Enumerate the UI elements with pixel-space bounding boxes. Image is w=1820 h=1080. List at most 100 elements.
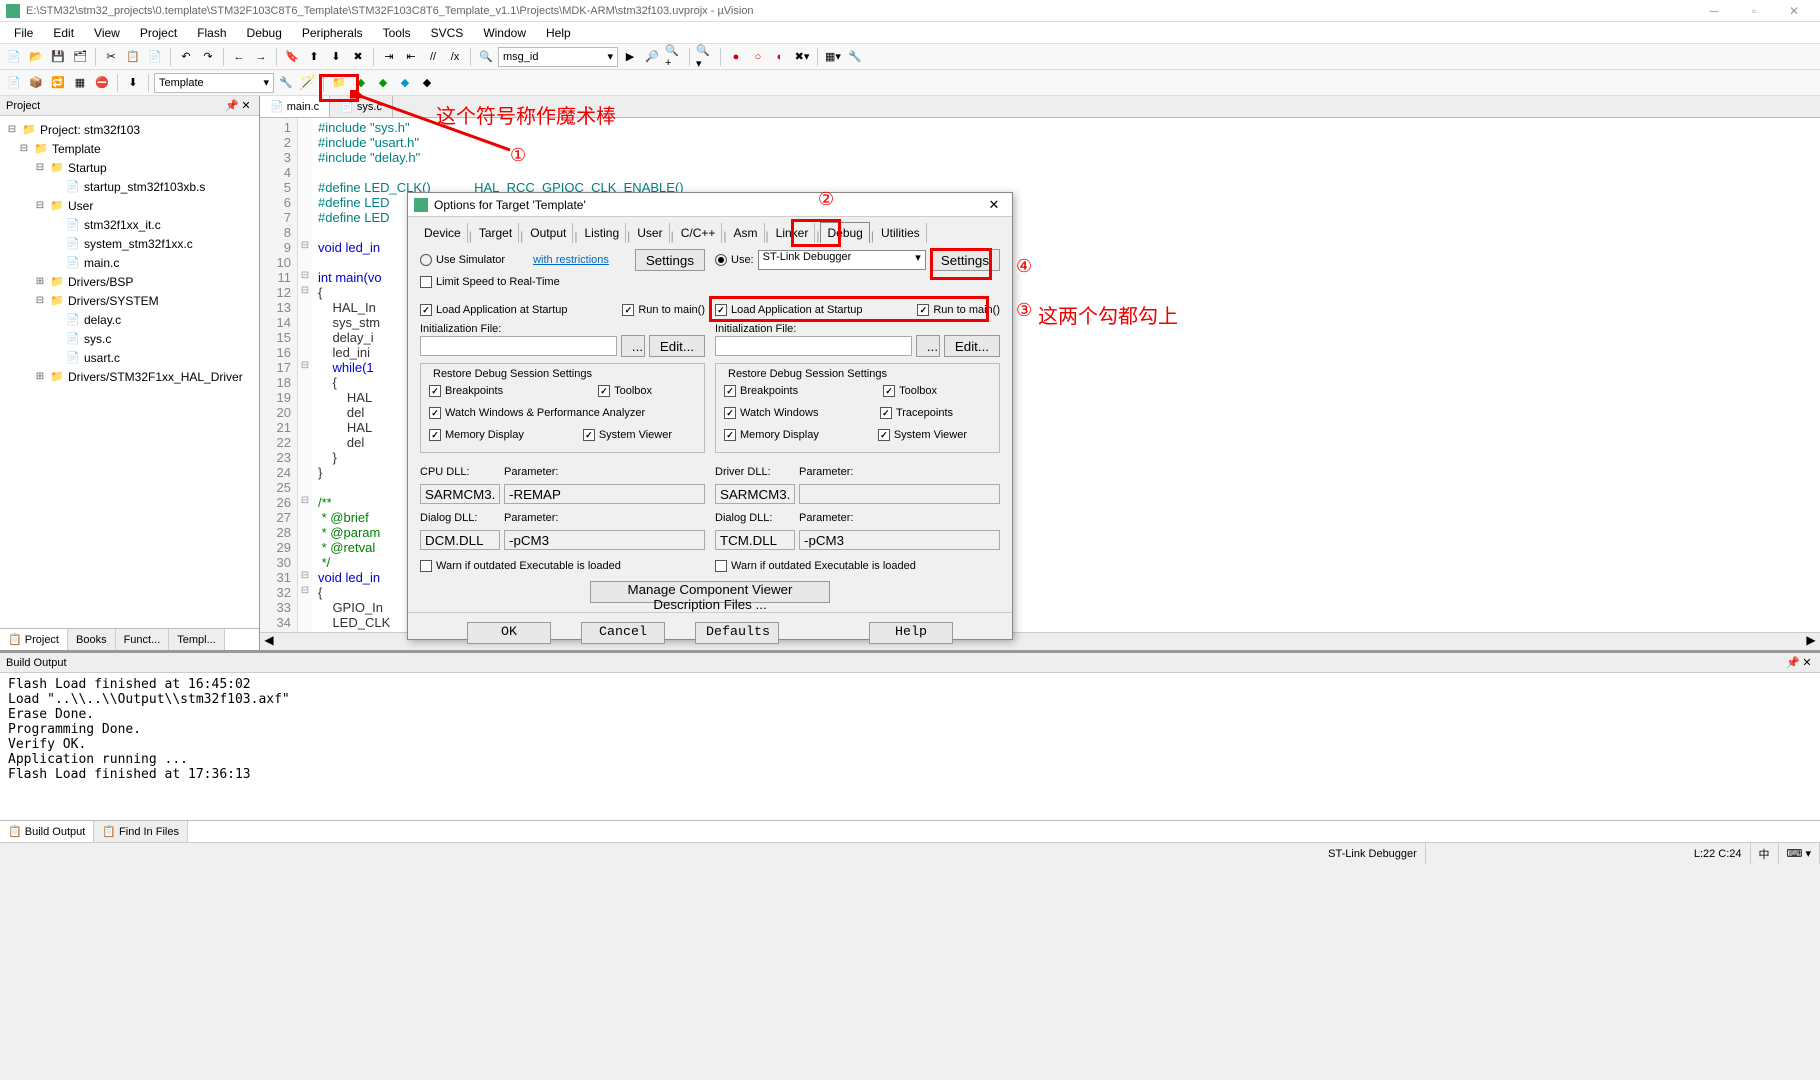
editor-tab-main-c[interactable]: 📄 main.c [260,96,330,117]
tree-file-sys-c[interactable]: 📄sys.c [0,329,259,348]
bookmark-next-icon[interactable]: ⬇ [326,47,346,67]
dialog-tab-target[interactable]: Target [473,223,519,243]
debug-icon[interactable]: 🔍▾ [695,47,715,67]
drv-init-file-input[interactable] [715,336,912,356]
tree-group-user[interactable]: ⊟📁User [0,196,259,215]
tree-file-usart-c[interactable]: 📄usart.c [0,348,259,367]
translate-icon[interactable]: 📄 [4,73,24,93]
menu-edit[interactable]: Edit [43,24,84,42]
drv-load-app-check[interactable] [715,304,727,316]
project-tab-books[interactable]: Books [68,629,116,650]
rte-icon[interactable]: ◆ [351,73,371,93]
cut-icon[interactable]: ✂ [101,47,121,67]
comment-icon[interactable]: // [423,47,443,67]
drv-mem-check[interactable] [724,429,736,441]
dlg-dll-input[interactable] [420,530,500,550]
dialog-tab-output[interactable]: Output [524,223,573,243]
sim-mem-check[interactable] [429,429,441,441]
paste-icon[interactable]: 📄 [145,47,165,67]
undo-icon[interactable]: ↶ [176,47,196,67]
bookmark-icon[interactable]: 🔖 [282,47,302,67]
project-tab-funct[interactable]: Funct... [116,629,170,650]
bp-enable-icon[interactable]: ○ [748,47,768,67]
dialog-tab-listing[interactable]: Listing [578,223,626,243]
panel-pin-icon[interactable]: 📌 [225,99,239,112]
manage-icon[interactable]: 📁 [329,73,349,93]
menu-flash[interactable]: Flash [187,24,236,42]
open-icon[interactable]: 📂 [26,47,46,67]
find-combo[interactable]: msg_id▾ [498,47,618,67]
project-tree[interactable]: ⊟📁Project: stm32f103⊟📁Template⊟📁Startup📄… [0,116,259,628]
nav-fwd-icon[interactable]: → [251,47,271,67]
bp-disable-icon[interactable]: ◐ [770,47,790,67]
fold-column[interactable]: ⊟⊟⊟⊟⊟⊟⊟ [298,118,312,632]
new-icon[interactable]: 📄 [4,47,24,67]
manage-viewer-button[interactable]: Manage Component Viewer Description File… [590,581,830,603]
tree-group-drivers-stm32f1xx_hal_driver[interactable]: ⊞📁Drivers/STM32F1xx_HAL_Driver [0,367,259,386]
use-driver-radio[interactable] [715,254,727,266]
close-button[interactable]: ✕ [1774,0,1814,22]
dialog-tab-linker[interactable]: Linker [770,223,816,243]
batch-build-icon[interactable]: ▦ [70,73,90,93]
sim-warn-check[interactable] [420,560,432,572]
dialog-tab-asm[interactable]: Asm [728,223,765,243]
tree-target[interactable]: ⊟📁Template [0,139,259,158]
tree-file-system_stm32f1xx-c[interactable]: 📄system_stm32f1xx.c [0,234,259,253]
menu-view[interactable]: View [84,24,130,42]
menu-project[interactable]: Project [130,24,187,42]
limit-speed-check[interactable] [420,276,432,288]
driver-settings-button[interactable]: Settings [930,249,1000,271]
sim-load-app-check[interactable] [420,304,432,316]
panel-close-icon[interactable]: ✕ [1800,656,1814,669]
output-tab-build-output[interactable]: 📋 Build Output [0,821,94,842]
uncomment-icon[interactable]: /x [445,47,465,67]
configure-icon[interactable]: 🔧 [845,47,865,67]
drv-dll-input[interactable] [715,484,795,504]
drv-bp-check[interactable] [724,385,736,397]
nav-back-icon[interactable]: ← [229,47,249,67]
menu-file[interactable]: File [4,24,43,42]
sim-run-main-check[interactable] [622,304,634,316]
target-combo[interactable]: Template▾ [154,73,274,93]
dialog-tab-user[interactable]: User [631,223,669,243]
magic-wand-icon[interactable]: 🪄 [298,73,318,93]
save-icon[interactable]: 💾 [48,47,68,67]
sim-init-edit-button[interactable]: Edit... [649,335,705,357]
build-icon[interactable]: 📦 [26,73,46,93]
dialog-tab-utilities[interactable]: Utilities [875,223,927,243]
menu-peripherals[interactable]: Peripherals [292,24,373,42]
redo-icon[interactable]: ↷ [198,47,218,67]
drv-param-input[interactable] [799,484,1000,504]
drv-sysview-check[interactable] [878,429,890,441]
menu-svcs[interactable]: SVCS [421,24,474,42]
tree-group-drivers-system[interactable]: ⊟📁Drivers/SYSTEM [0,291,259,310]
sim-bp-check[interactable] [429,385,441,397]
menu-debug[interactable]: Debug [237,24,292,42]
books-icon[interactable]: ◆ [395,73,415,93]
tree-file-main-c[interactable]: 📄main.c [0,253,259,272]
tree-group-drivers-bsp[interactable]: ⊞📁Drivers/BSP [0,272,259,291]
drv-watch-check[interactable] [724,407,736,419]
find-icon[interactable]: 🔍 [476,47,496,67]
dialog-tab-cc[interactable]: C/C++ [675,223,723,243]
sim-toolbox-check[interactable] [598,385,610,397]
indent-icon[interactable]: ⇥ [379,47,399,67]
drv-dlgparam-input[interactable] [799,530,1000,550]
copy-icon[interactable]: 📋 [123,47,143,67]
drv-warn-check[interactable] [715,560,727,572]
download-icon[interactable]: ⬇ [123,73,143,93]
outdent-icon[interactable]: ⇤ [401,47,421,67]
cpu-param-input[interactable] [504,484,705,504]
defaults-button[interactable]: Defaults [695,622,779,644]
find-files-icon[interactable]: 🔎 [642,47,662,67]
panel-close-icon[interactable]: ✕ [239,99,253,112]
pack-icon[interactable]: ◆ [373,73,393,93]
project-tab-templ[interactable]: Templ... [169,629,225,650]
bp-kill-icon[interactable]: ✖▾ [792,47,812,67]
dialog-tab-device[interactable]: Device [418,223,468,243]
cancel-button[interactable]: Cancel [581,622,665,644]
maximize-button[interactable]: ▫ [1734,0,1774,22]
saveall-icon[interactable]: 🗂 [70,47,90,67]
sim-watch-check[interactable] [429,407,441,419]
drv-trace-check[interactable] [880,407,892,419]
